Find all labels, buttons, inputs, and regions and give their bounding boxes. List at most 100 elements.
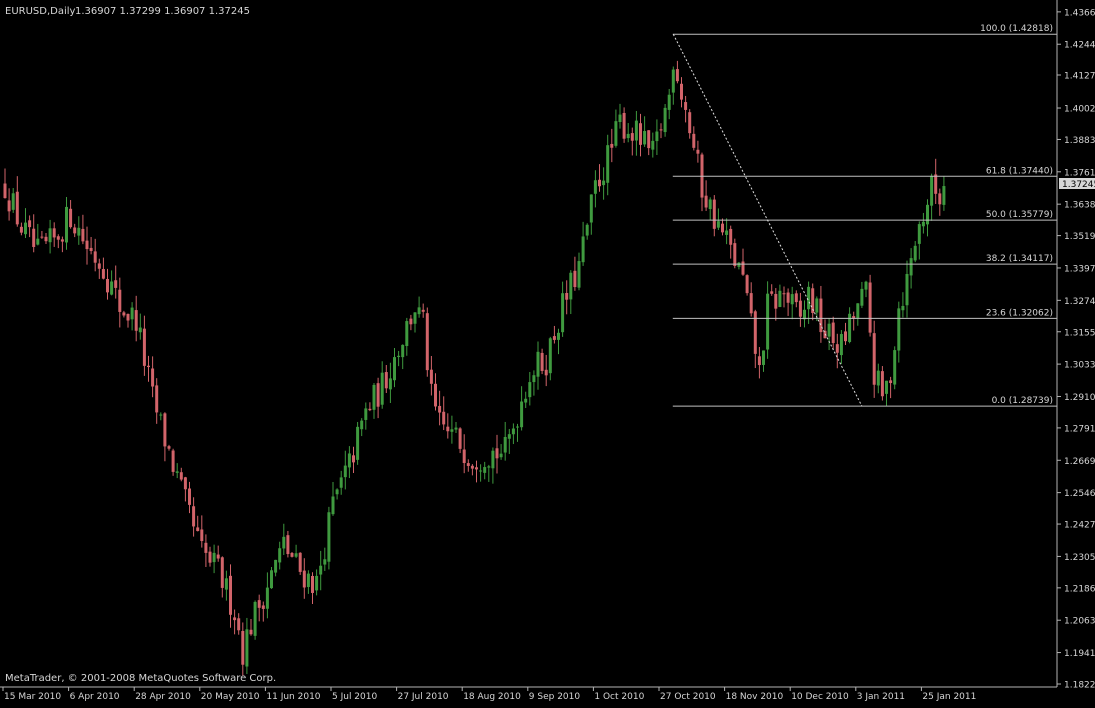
candle-body	[602, 180, 606, 186]
candle-body	[630, 133, 634, 141]
candle-body	[524, 398, 528, 403]
price-chart[interactable]: 100.0 (1.42818) 61.8 (1.37440) 50.0 (1.357…	[0, 0, 1095, 704]
candle-body	[241, 630, 245, 665]
candle-body	[315, 575, 319, 591]
candle-body	[380, 372, 384, 405]
fib-level-label: 61.8 (1.37440)	[986, 166, 1053, 176]
candle-body	[868, 282, 872, 333]
time-tick-label: 3 Jan 2011	[857, 692, 905, 702]
candle-body	[614, 121, 618, 146]
candle-body	[667, 94, 671, 110]
candle-body	[807, 286, 811, 310]
candle-body	[872, 333, 876, 385]
candle-body	[352, 455, 355, 463]
candle-body	[294, 553, 298, 557]
candle-body	[32, 228, 36, 247]
candle-body	[311, 575, 314, 593]
time-tick-label: 5 Jul 2010	[332, 692, 377, 702]
candle-body	[831, 322, 835, 344]
candle-body	[561, 293, 565, 333]
candle-body	[659, 129, 663, 131]
candle-body	[52, 228, 56, 238]
candle-body	[798, 300, 802, 317]
candle-body	[741, 261, 745, 275]
candle-body	[483, 467, 487, 473]
candle-body	[885, 380, 888, 394]
candle-body	[3, 183, 7, 199]
candle-body	[155, 385, 159, 413]
candle-body	[130, 307, 134, 320]
candle-body	[60, 239, 64, 242]
candle-body	[639, 123, 642, 145]
candle-body	[790, 294, 794, 305]
candle-body	[401, 344, 405, 358]
candle-body	[163, 413, 167, 447]
candle-body	[450, 429, 454, 432]
candle-body	[192, 506, 196, 527]
candle-body	[803, 309, 806, 320]
candle-body	[101, 269, 105, 279]
candle-body	[233, 617, 237, 621]
chart-ohlc-values: 1.36907 1.37299 1.36907 1.37245	[75, 6, 250, 17]
candle-body	[716, 221, 720, 228]
candle-body	[511, 428, 515, 435]
candle-body	[151, 368, 155, 387]
candle-body	[704, 195, 708, 208]
time-tick-label: 18 Aug 2010	[463, 692, 521, 702]
time-tick-label: 10 Dec 2010	[791, 692, 849, 702]
candle-body	[860, 288, 864, 306]
candle-body	[188, 488, 191, 505]
candle-body	[835, 344, 839, 353]
candle-body	[938, 193, 942, 205]
time-tick-label: 28 Apr 2010	[135, 692, 191, 702]
candle-body	[708, 199, 712, 210]
price-tick-label: 1.35195	[1064, 232, 1095, 242]
candle-body	[327, 512, 331, 562]
candle-body	[606, 145, 610, 183]
candle-body	[495, 448, 499, 459]
candle-body	[794, 293, 798, 303]
candle-body	[696, 149, 700, 154]
candle-body	[540, 352, 544, 371]
candle-body	[913, 245, 917, 261]
candle-body	[930, 175, 934, 206]
price-tick-label: 1.20635	[1064, 617, 1095, 627]
candle-body	[544, 369, 548, 376]
candle-body	[536, 351, 540, 377]
candle-body	[438, 405, 442, 413]
candle-body	[274, 559, 278, 573]
candle-body	[733, 243, 737, 266]
time-tick-label: 15 Mar 2010	[4, 692, 61, 702]
candle-body	[569, 272, 573, 300]
candle-body	[737, 262, 741, 267]
candle-body	[171, 450, 175, 472]
price-tick-label: 1.37610	[1064, 168, 1095, 178]
candle-body	[745, 275, 749, 294]
candle-body	[405, 321, 409, 347]
chart-window[interactable]: 100.0 (1.42818) 61.8 (1.37440) 50.0 (1.357…	[0, 0, 1095, 704]
current-price-label: 1.37245	[1062, 180, 1095, 190]
candle-body	[69, 208, 73, 228]
candle-body	[725, 230, 729, 235]
candle-body	[56, 236, 60, 240]
candle-body	[573, 270, 577, 288]
candle-body	[204, 542, 208, 553]
candle-body	[28, 220, 32, 228]
candle-body	[921, 221, 925, 227]
candle-body	[81, 228, 85, 242]
candle-body	[331, 496, 335, 515]
candle-body	[557, 332, 560, 340]
candle-body	[388, 378, 392, 390]
candle-body	[565, 292, 569, 300]
candle-body	[397, 355, 401, 358]
candle-body	[368, 408, 372, 411]
candle-body	[766, 293, 770, 350]
candle-body	[93, 251, 97, 263]
price-tick-label: 1.18220	[1064, 681, 1095, 691]
candle-body	[458, 428, 462, 449]
candle-body	[585, 224, 589, 236]
candle-body	[692, 133, 696, 148]
candle-body	[302, 570, 306, 588]
candle-body	[466, 463, 470, 466]
candle-body	[335, 489, 339, 495]
